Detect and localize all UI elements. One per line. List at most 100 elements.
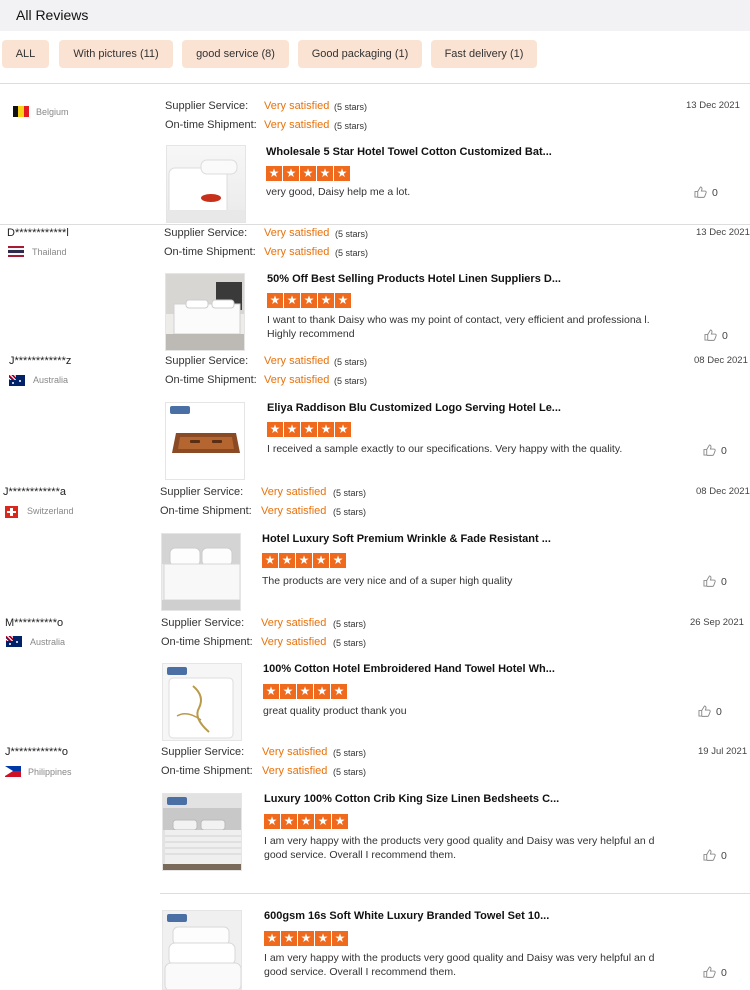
star-icon: ★	[315, 814, 331, 829]
product-thumbnail[interactable]	[165, 273, 245, 351]
star-icon: ★	[297, 684, 313, 699]
reviewer-country: Philippines	[28, 767, 72, 777]
review-date: 08 Dec 2021	[694, 355, 748, 366]
shipment-rating: Very satisfied	[264, 246, 330, 258]
filter-all[interactable]: ALL	[2, 40, 49, 68]
review-text: I am very happy with the products very g…	[264, 952, 655, 978]
supplier-rating: Very satisfied	[264, 355, 330, 367]
flag-belgium-icon	[13, 106, 29, 117]
star-icon: ★	[331, 684, 347, 699]
flag-australia-icon	[6, 636, 22, 647]
shipment-rating: Very satisfied	[264, 374, 330, 386]
star-icon: ★	[264, 931, 280, 946]
filter-bar: ALL With pictures (11) good service (8) …	[0, 40, 750, 68]
reviewer-country: Thailand	[32, 247, 67, 257]
filter-good-service[interactable]: good service (8)	[182, 40, 289, 68]
thumbs-up-icon	[703, 849, 716, 861]
star-icon: ★	[301, 422, 317, 437]
supplier-stars: (5 stars)	[333, 488, 367, 498]
review-date: 08 Dec 2021	[696, 486, 750, 497]
product-thumbnail[interactable]	[165, 402, 245, 480]
supplier-service-label: Supplier Service:	[164, 227, 248, 239]
review-star-rating: ★ ★ ★ ★ ★	[267, 421, 352, 437]
supplier-service-label: Supplier Service:	[161, 617, 245, 629]
like-button[interactable]: 0	[704, 329, 728, 342]
star-icon: ★	[262, 553, 278, 568]
review-date: 13 Dec 2021	[696, 227, 750, 238]
like-count: 0	[721, 576, 727, 588]
like-button[interactable]: 0	[703, 575, 727, 588]
shipment-rating: Very satisfied	[262, 765, 328, 777]
review-text: I am very happy with the products very g…	[264, 835, 655, 861]
review-date: 26 Sep 2021	[690, 617, 744, 628]
reviewer-country: Australia	[30, 637, 66, 647]
review-star-rating: ★ ★ ★ ★ ★	[267, 292, 352, 308]
filter-fast-delivery[interactable]: Fast delivery (1)	[431, 40, 537, 68]
product-title[interactable]: Luxury 100% Cotton Crib King Size Linen …	[264, 793, 559, 805]
star-icon: ★	[315, 931, 331, 946]
star-icon: ★	[283, 166, 299, 181]
like-button[interactable]: 0	[694, 186, 718, 199]
supplier-stars: (5 stars)	[335, 229, 369, 239]
thumbs-up-icon	[704, 329, 717, 341]
review-separator	[160, 893, 750, 894]
star-icon: ★	[313, 553, 329, 568]
supplier-service-label: Supplier Service:	[165, 100, 249, 112]
reviewer-name: J************o	[5, 746, 68, 758]
product-thumbnail[interactable]	[162, 793, 242, 871]
shipment-stars: (5 stars)	[333, 767, 367, 777]
supplier-rating: Very satisfied	[261, 617, 327, 629]
supplier-service-label: Supplier Service:	[161, 746, 245, 758]
product-title[interactable]: 100% Cotton Hotel Embroidered Hand Towel…	[263, 663, 555, 675]
product-thumbnail[interactable]	[162, 663, 242, 741]
reviewer-name: M**********o	[5, 617, 64, 629]
supplier-service-label: Supplier Service:	[160, 486, 244, 498]
shipment-stars: (5 stars)	[334, 376, 368, 386]
product-thumbnail[interactable]	[161, 533, 241, 611]
star-icon: ★	[300, 166, 316, 181]
review-star-rating: ★ ★ ★ ★ ★	[263, 683, 348, 699]
shipment-stars: (5 stars)	[334, 121, 368, 131]
product-title[interactable]: 50% Off Best Selling Products Hotel Line…	[267, 273, 561, 285]
product-thumbnail[interactable]	[166, 145, 246, 223]
product-thumbnail[interactable]	[162, 910, 242, 990]
flag-philippines-icon	[5, 766, 21, 777]
review-date: 13 Dec 2021	[686, 100, 740, 111]
like-button[interactable]: 0	[703, 444, 727, 457]
star-icon: ★	[263, 684, 279, 699]
reviewer-country: Belgium	[36, 107, 69, 117]
filter-with-pictures[interactable]: With pictures (11)	[59, 40, 173, 68]
flag-switzerland-icon	[5, 506, 18, 518]
like-count: 0	[721, 850, 727, 862]
star-icon: ★	[266, 166, 282, 181]
product-title[interactable]: Hotel Luxury Soft Premium Wrinkle & Fade…	[262, 533, 551, 545]
like-count: 0	[722, 330, 728, 342]
supplier-rating: Very satisfied	[261, 486, 327, 498]
like-count: 0	[721, 967, 727, 979]
filter-good-packaging[interactable]: Good packaging (1)	[298, 40, 422, 68]
like-button[interactable]: 0	[703, 849, 727, 862]
ontime-shipment-label: On-time Shipment:	[161, 765, 253, 777]
product-title[interactable]: Wholesale 5 Star Hotel Towel Cotton Cust…	[266, 146, 552, 158]
star-icon: ★	[314, 684, 330, 699]
star-icon: ★	[280, 684, 296, 699]
reviewer-country: Switzerland	[27, 506, 74, 516]
supplier-service-label: Supplier Service:	[165, 355, 249, 367]
star-icon: ★	[284, 293, 300, 308]
shipment-stars: (5 stars)	[333, 638, 367, 648]
shipment-rating: Very satisfied	[261, 505, 327, 517]
product-title[interactable]: 600gsm 16s Soft White Luxury Branded Tow…	[264, 910, 549, 922]
like-button[interactable]: 0	[703, 966, 727, 979]
star-icon: ★	[298, 814, 314, 829]
flag-australia-icon	[9, 375, 25, 386]
star-icon: ★	[284, 422, 300, 437]
star-icon: ★	[301, 293, 317, 308]
shipment-stars: (5 stars)	[333, 507, 367, 517]
like-count: 0	[712, 187, 718, 199]
product-title[interactable]: Eliya Raddison Blu Customized Logo Servi…	[267, 402, 561, 414]
ontime-shipment-label: On-time Shipment:	[161, 636, 253, 648]
supplier-stars: (5 stars)	[333, 748, 367, 758]
divider	[0, 83, 750, 84]
like-button[interactable]: 0	[698, 705, 722, 718]
star-icon: ★	[332, 814, 348, 829]
